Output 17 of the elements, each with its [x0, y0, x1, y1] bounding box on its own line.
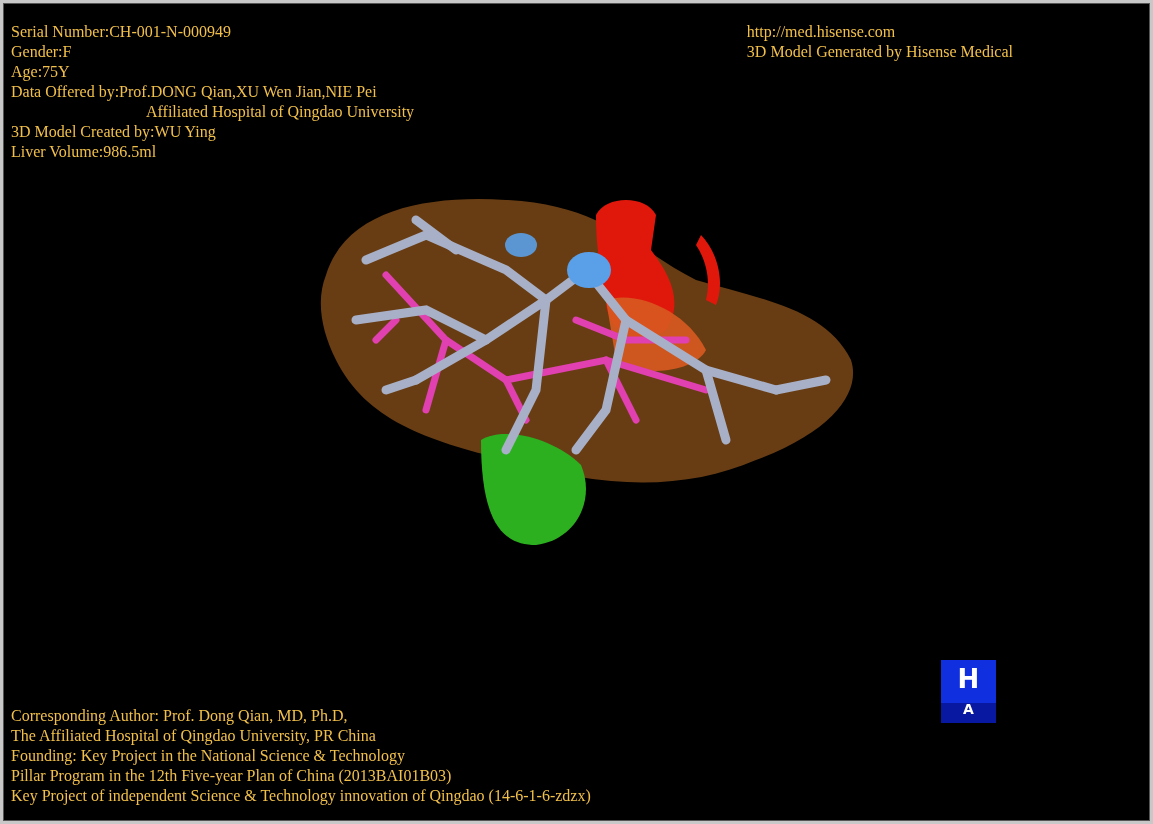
info-line: Gender:F: [11, 42, 72, 62]
orientation-cube[interactable]: H A: [941, 660, 996, 723]
generator-note: 3D Model Generated by Hisense Medical: [746, 42, 1013, 62]
credit-line: Pillar Program in the 12th Five-year Plan of China (2013BAI01B03): [11, 766, 452, 786]
affiliation-line: Affiliated Hospital of Qingdao University: [146, 102, 415, 122]
info-line: Age:75Y: [11, 62, 70, 82]
credit-line: The Affiliated Hospital of Qingdao University, PR China: [11, 726, 376, 746]
cube-front-label: A: [963, 700, 974, 719]
credit-line: Corresponding Author: Prof. Dong Qian, MD, Ph.D,: [11, 706, 348, 726]
website-link[interactable]: http://med.hisense.com: [746, 22, 896, 42]
info-line: Data Offered by:Prof.DONG Qian,XU Wen Jian,NIE Pei: [11, 82, 377, 102]
credit-line: Key Project of independent Science & Technology innovation of Qingdao (14-6-1-6-zdzx): [11, 786, 591, 806]
info-line: Serial Number:CH-001-N-000949: [11, 22, 231, 42]
credit-line: Founding: Key Project in the National Science & Technology: [11, 746, 406, 766]
cube-top-label: H: [957, 663, 980, 696]
info-line: Liver Volume:986.5ml: [11, 142, 157, 162]
info-line: 3D Model Created by:WU Ying: [11, 122, 216, 142]
